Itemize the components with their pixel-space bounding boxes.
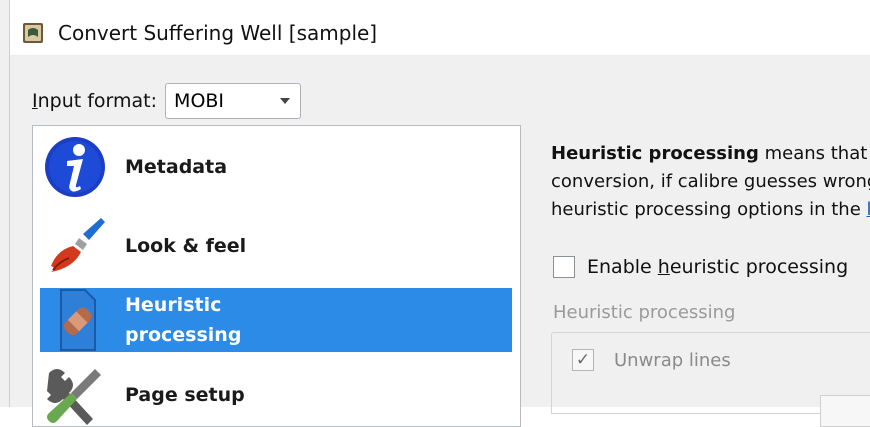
chevron-down-icon — [280, 98, 291, 104]
window-left-border — [0, 0, 10, 407]
user-manual-link[interactable]: l — [866, 199, 870, 220]
heuristic-settings-panel: Heuristic processing means that c conver… — [551, 56, 870, 427]
description-text: Heuristic processing means that c conver… — [551, 143, 870, 220]
tools-icon — [43, 363, 107, 426]
checkmark-icon: ✓ — [575, 350, 591, 370]
paintbrush-icon — [43, 214, 107, 278]
unwrap-lines-row[interactable]: ✓ Unwrap lines — [572, 349, 731, 371]
sidebar-item-page-setup[interactable]: Page setup — [33, 360, 520, 426]
sidebar-item-label: Heuristic processing — [125, 294, 242, 346]
calibre-book-icon — [23, 22, 43, 43]
bandage-icon — [43, 288, 107, 352]
unwrap-lines-label: Unwrap lines — [614, 349, 731, 371]
sidebar-item-label: Look & feel — [125, 235, 247, 257]
sidebar-item-label: Metadata — [125, 156, 228, 178]
sidebar-item-heuristic-processing[interactable]: Heuristic processing — [40, 288, 512, 352]
input-format-row: Input format: MOBI — [32, 83, 302, 119]
input-format-label: Input format: — [32, 90, 158, 112]
line-length-spinbox[interactable] — [820, 395, 870, 427]
enable-heuristic-label[interactable]: Enable heuristic processing — [587, 256, 848, 278]
group-title: Heuristic processing — [553, 302, 736, 323]
heuristic-options-group: ✓ Unwrap lines — [551, 332, 870, 427]
enable-heuristic-checkbox-row[interactable]: Enable heuristic processing — [553, 256, 848, 278]
unwrap-lines-checkbox[interactable]: ✓ — [572, 349, 594, 371]
sidebar-item-label: Page setup — [125, 384, 245, 406]
title-bar: Convert Suffering Well [sample] — [10, 10, 870, 56]
window-title: Convert Suffering Well [sample] — [58, 20, 378, 45]
enable-heuristic-checkbox[interactable] — [553, 256, 575, 278]
sidebar-item-look-feel[interactable]: Look & feel — [33, 208, 520, 284]
input-format-select[interactable]: MOBI — [165, 83, 302, 119]
sidebar: Metadata Look & feel Heuristic processin… — [32, 125, 521, 427]
input-format-value: MOBI — [174, 90, 225, 112]
info-icon — [43, 135, 107, 199]
sidebar-item-metadata[interactable]: Metadata — [33, 130, 520, 204]
dialog-body: Input format: MOBI Metadata Look & feel … — [10, 56, 870, 427]
